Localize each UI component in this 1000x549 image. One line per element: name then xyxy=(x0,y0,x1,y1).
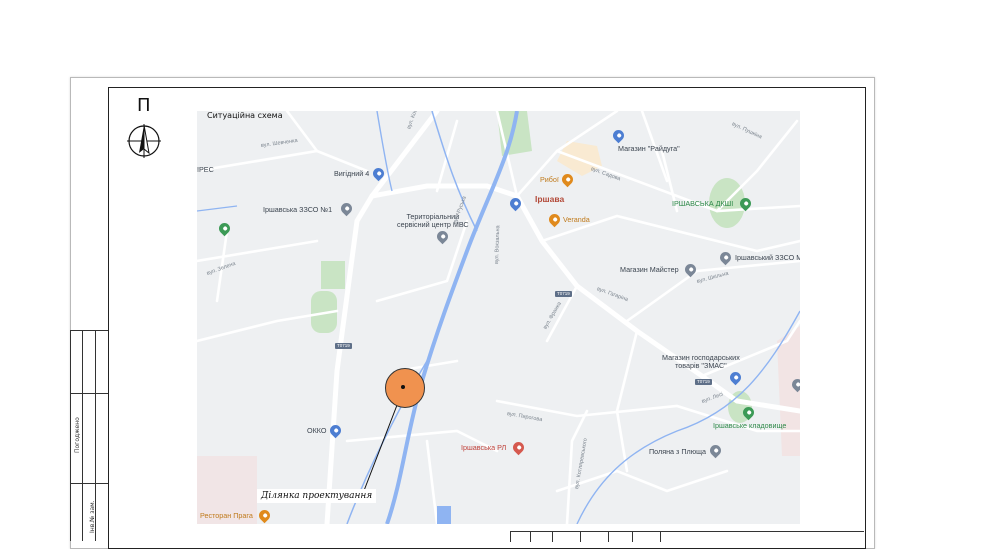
place-label-praha[interactable]: Ресторан Прага xyxy=(200,512,253,520)
north-arrow-icon xyxy=(127,124,161,158)
place-label-raiduha[interactable]: Магазин "Райдуга" xyxy=(618,145,680,153)
place-label-ryboi[interactable]: Рибої xyxy=(540,176,559,184)
place-label-veranda[interactable]: Veranda xyxy=(563,216,590,224)
place-label-ires: ІРЕС xyxy=(197,165,214,174)
place-label-maister[interactable]: Магазин Майстер xyxy=(620,266,679,274)
situation-map[interactable]: Ситуаційна схема ІРЕС Вигідний 4 Іршавсь… xyxy=(197,111,800,524)
design-site-marker[interactable] xyxy=(385,368,425,408)
place-label-zmas[interactable]: Магазин господарських товарів "ЗМАС" xyxy=(662,354,740,370)
map-title: Ситуаційна схема xyxy=(207,111,283,120)
title-block xyxy=(510,531,864,542)
route-shield-west: T0719 xyxy=(335,343,352,349)
side-stamp-label-inventory: Інв.№ зам. xyxy=(89,500,96,533)
place-label-vyhidnyi[interactable]: Вигідний 4 xyxy=(334,170,369,178)
map-base xyxy=(197,111,800,524)
side-stamp-label-agreed: Погоджено xyxy=(74,417,81,453)
town-label[interactable]: Іршава xyxy=(535,195,564,204)
north-arrow: П xyxy=(125,95,165,165)
place-label-okko[interactable]: ОККО xyxy=(307,427,326,435)
design-site-callout: Ділянка проектування xyxy=(257,489,377,503)
place-label-dkshi[interactable]: ІРШАВСЬКА ДКШІ xyxy=(672,200,733,208)
place-label-zzso-m[interactable]: Іршавський ЗЗСО М xyxy=(735,254,800,262)
place-label-rl[interactable]: Іршавська РЛ xyxy=(461,444,506,452)
place-label-zzso1[interactable]: Іршавська ЗЗСО №1 xyxy=(263,206,332,214)
place-label-polyana[interactable]: Поляна з Плюща xyxy=(649,448,706,456)
place-label-cemetery[interactable]: Іршавське кладовище xyxy=(713,422,786,430)
route-shield-center: T0719 xyxy=(555,291,572,297)
design-site-center xyxy=(401,385,405,389)
side-stamp: Погоджено Інв.№ зам. xyxy=(70,330,108,541)
route-shield-east: T0719 xyxy=(695,379,712,385)
